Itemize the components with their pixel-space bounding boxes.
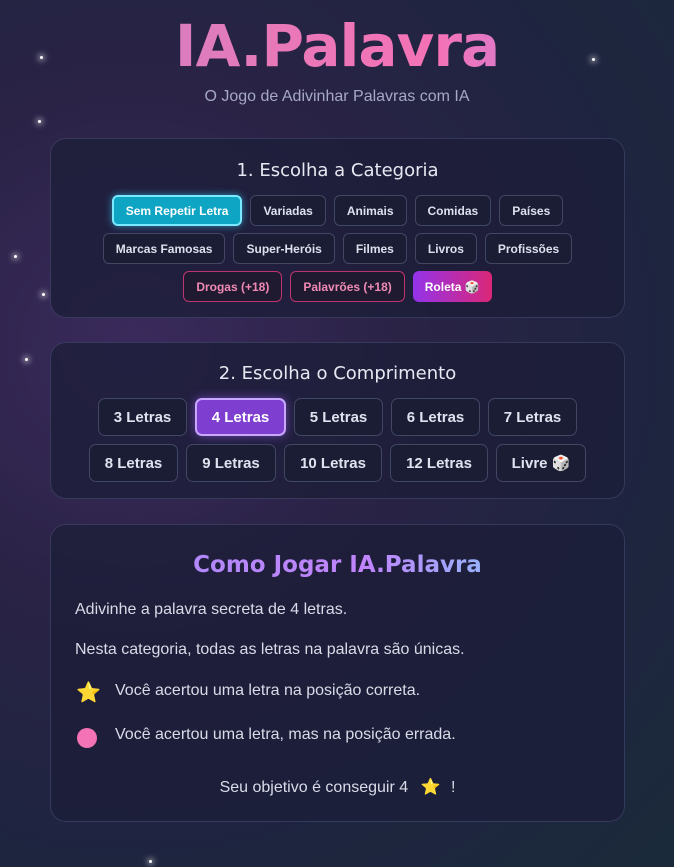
goal-text: Seu objetivo é conseguir 4 ⭐ ! xyxy=(51,777,624,797)
goal-suffix: ! xyxy=(450,779,456,796)
category-row-3: Drogas (+18) Palavrões (+18) Roleta 🎲 xyxy=(51,271,624,302)
category-button-filmes[interactable]: Filmes xyxy=(342,233,407,264)
background-star xyxy=(149,860,152,863)
pink-dot-icon xyxy=(77,728,97,748)
category-button-sem-repetir-letra[interactable]: Sem Repetir Letra xyxy=(111,195,243,226)
category-button-palavroes[interactable]: Palavrões (+18) xyxy=(290,271,405,302)
length-button-6[interactable]: 6 Letras xyxy=(391,398,480,436)
length-row-1: 3 Letras 4 Letras 5 Letras 6 Letras 7 Le… xyxy=(51,398,624,436)
length-title: 2. Escolha o Comprimento xyxy=(218,363,457,384)
category-button-marcas-famosas[interactable]: Marcas Famosas xyxy=(102,233,226,264)
length-button-7[interactable]: 7 Letras xyxy=(488,398,577,436)
subtitle: O Jogo de Adivinhar Palavras com IA xyxy=(204,88,470,105)
category-button-variadas[interactable]: Variadas xyxy=(250,195,326,226)
category-button-paises[interactable]: Países xyxy=(499,195,564,226)
length-button-livre[interactable]: Livre 🎲 xyxy=(496,444,586,482)
length-button-5[interactable]: 5 Letras xyxy=(294,398,383,436)
length-button-12[interactable]: 12 Letras xyxy=(390,444,488,482)
category-button-livros[interactable]: Livros xyxy=(414,233,477,264)
length-button-10[interactable]: 10 Letras xyxy=(284,444,382,482)
category-row-2: Marcas Famosas Super-Heróis Filmes Livro… xyxy=(51,233,624,264)
category-button-super-herois[interactable]: Super-Heróis xyxy=(233,233,335,264)
category-button-drogas[interactable]: Drogas (+18) xyxy=(183,271,283,302)
dot-legend-text: Você acertou uma letra, mas na posição e… xyxy=(115,726,456,743)
length-button-4[interactable]: 4 Letras xyxy=(195,398,286,436)
background-star xyxy=(592,58,595,61)
header: IA.Palavra O Jogo de Adivinhar Palavras … xyxy=(0,0,674,106)
background-star xyxy=(42,293,45,296)
category-row-1: Sem Repetir Letra Variadas Animais Comid… xyxy=(51,195,624,226)
length-button-9[interactable]: 9 Letras xyxy=(186,444,276,482)
length-button-3[interactable]: 3 Letras xyxy=(98,398,187,436)
category-panel: 1. Escolha a Categoria Sem Repetir Letra… xyxy=(50,138,625,318)
length-panel: 2. Escolha o Comprimento 3 Letras 4 Letr… xyxy=(50,342,625,499)
game-logo: IA.Palavra xyxy=(0,14,674,78)
star-icon: ⭐ xyxy=(76,682,101,704)
category-button-profissoes[interactable]: Profissões xyxy=(484,233,573,264)
background-star xyxy=(25,358,28,361)
category-button-roleta[interactable]: Roleta 🎲 xyxy=(412,271,492,302)
instruction-line-2: Nesta categoria, todas as letras na pala… xyxy=(75,641,465,658)
category-button-comidas[interactable]: Comidas xyxy=(414,195,492,226)
background-star xyxy=(38,120,41,123)
background-star xyxy=(40,56,43,59)
length-row-2: 8 Letras 9 Letras 10 Letras 12 Letras Li… xyxy=(51,444,624,482)
how-to-play-title: Como Jogar IA.Palavra xyxy=(51,552,624,578)
category-title: 1. Escolha a Categoria xyxy=(236,160,439,181)
goal-star-icon: ⭐ xyxy=(420,779,441,796)
background-star xyxy=(14,255,17,258)
how-to-play-panel: Como Jogar IA.Palavra Adivinhe a palavra… xyxy=(50,524,625,822)
category-button-animais[interactable]: Animais xyxy=(333,195,407,226)
star-legend-text: Você acertou uma letra na posição corret… xyxy=(115,682,421,699)
length-button-8[interactable]: 8 Letras xyxy=(89,444,178,482)
goal-prefix: Seu objetivo é conseguir 4 xyxy=(219,779,409,796)
instruction-line-1: Adivinhe a palavra secreta de 4 letras. xyxy=(75,601,348,618)
